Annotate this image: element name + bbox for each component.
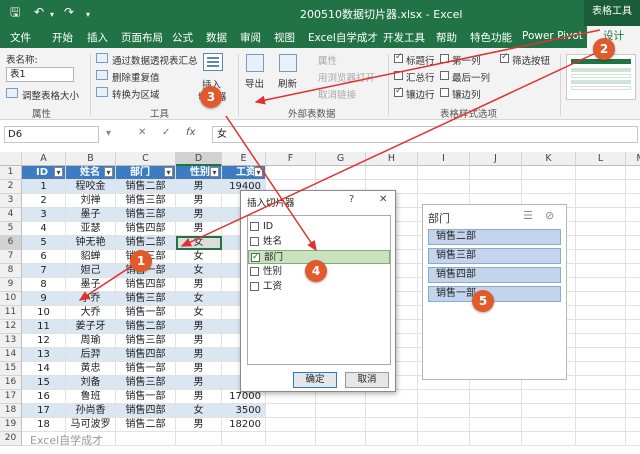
excel-window: 🖫 ↶ ▾ ↷ ▾ 200510数据切片器.xlsx - Excel 表格工具 … xyxy=(0,0,640,454)
watermark-text: Excel自学成才 xyxy=(30,434,104,447)
arrow-step-3-to-4 xyxy=(225,115,317,252)
step-badge-1: 1 xyxy=(130,250,152,272)
step-badge-4: 4 xyxy=(305,260,327,282)
arrow-step-2-to-1 xyxy=(180,51,599,247)
annotation-arrows xyxy=(78,29,601,301)
step-badge-2: 2 xyxy=(593,38,615,60)
arrow-step-2-to-3 xyxy=(254,29,601,105)
step-badge-5: 5 xyxy=(472,290,494,312)
arrow-step-1 xyxy=(78,261,139,301)
step-badge-3: 3 xyxy=(200,86,222,108)
